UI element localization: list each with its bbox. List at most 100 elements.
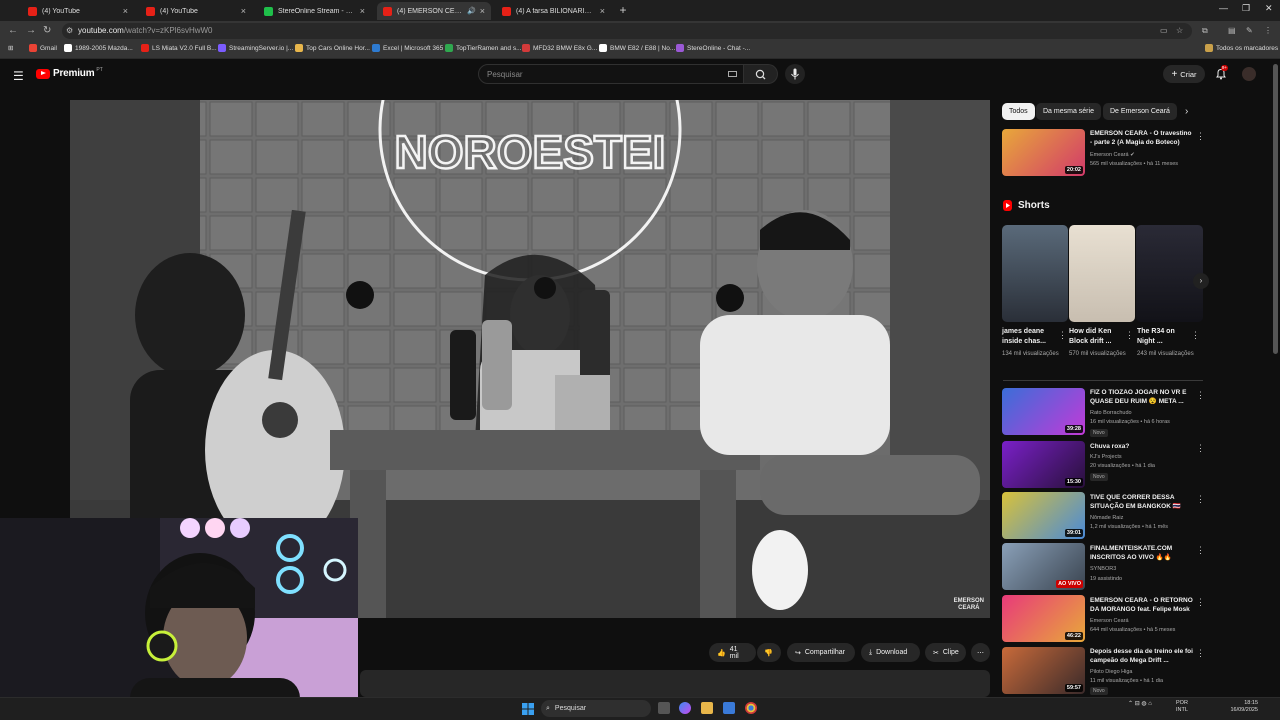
clip-button[interactable]: ✂ Clipe xyxy=(925,643,966,662)
chip-all[interactable]: Todos xyxy=(1002,103,1035,120)
description-box[interactable] xyxy=(360,670,990,697)
cast-icon[interactable]: ▭ xyxy=(1160,24,1168,38)
windows-start-icon[interactable] xyxy=(522,702,534,715)
bookmark-item[interactable]: LS Miata V2.0 Full B... xyxy=(141,44,217,52)
more-vertical-icon[interactable]: ⋮ xyxy=(1125,330,1134,341)
dislike-button[interactable]: 👎 xyxy=(757,643,781,662)
edit-icon[interactable]: ✎ xyxy=(1246,24,1253,38)
more-actions-button[interactable]: ⋯ xyxy=(971,643,990,662)
video-thumbnail[interactable]: 20:02 xyxy=(1002,129,1085,176)
close-icon[interactable]: × xyxy=(241,6,246,16)
system-tray[interactable]: ⌃ ⊟ ◍ ⌂ xyxy=(1128,700,1152,707)
short-thumbnail[interactable] xyxy=(1002,225,1068,322)
more-vertical-icon[interactable]: ⋮ xyxy=(1196,443,1205,454)
more-vertical-icon[interactable]: ⋮ xyxy=(1196,390,1205,401)
shorts-next-button[interactable]: › xyxy=(1193,273,1209,289)
reload-icon[interactable]: ↻ xyxy=(43,24,51,38)
more-vertical-icon[interactable]: ⋮ xyxy=(1196,597,1205,608)
bookmark-item[interactable]: 1989-2005 Mazda... xyxy=(64,44,133,52)
all-bookmarks[interactable]: Todos os marcadores xyxy=(1205,44,1278,52)
back-icon[interactable]: ← xyxy=(8,24,18,38)
keyboard-icon[interactable] xyxy=(728,71,737,77)
download-button[interactable]: ⤓ Download xyxy=(861,643,920,662)
more-vertical-icon[interactable]: ⋮ xyxy=(1191,330,1200,341)
avatar[interactable] xyxy=(1242,67,1256,81)
bookmark-item[interactable]: BMW E82 / E88 | No... xyxy=(599,44,675,52)
maximize-icon[interactable]: ❐ xyxy=(1242,3,1250,14)
profile-icon[interactable]: ▤ xyxy=(1228,24,1236,38)
forward-icon[interactable]: → xyxy=(26,24,36,38)
video-thumbnail[interactable]: 46:22 xyxy=(1002,595,1085,642)
chrome-icon[interactable] xyxy=(745,702,757,714)
search-button[interactable] xyxy=(744,64,778,84)
close-icon[interactable]: × xyxy=(600,6,605,16)
bookmark-item[interactable]: StreamingServer.io |... xyxy=(218,44,293,52)
share-button[interactable]: ↪ Compartilhar xyxy=(787,643,855,662)
more-vertical-icon[interactable]: ⋮ xyxy=(1196,131,1205,142)
channel-name[interactable]: SYNBOR3 xyxy=(1090,565,1202,573)
store-icon[interactable] xyxy=(723,702,735,714)
video-title[interactable]: EMERSON CEARÁ - O RETORNO DA MORANGO fea… xyxy=(1090,597,1194,614)
video-title[interactable]: Chuva roxa? xyxy=(1090,443,1194,452)
browser-tab[interactable]: (4) A farsa BILIONÁRIA das mar × xyxy=(496,2,611,20)
browser-tab-active[interactable]: (4) EMERSON CEARÁ - O tr 🔊 × xyxy=(377,2,491,20)
task-view-icon[interactable] xyxy=(658,702,670,714)
taskbar-search[interactable]: ⌕ Pesquisar xyxy=(541,700,651,717)
file-explorer-icon[interactable] xyxy=(701,702,713,714)
close-icon[interactable]: × xyxy=(123,6,128,16)
menu-icon[interactable]: ☰ xyxy=(13,69,24,83)
video-title[interactable]: FIZ O TIOZÃO JOGAR NO VR E QUASE DEU RUI… xyxy=(1090,389,1194,406)
channel-name[interactable]: Nômade Raiz xyxy=(1090,514,1202,522)
more-vertical-icon[interactable]: ⋮ xyxy=(1196,494,1205,505)
close-icon[interactable]: × xyxy=(360,6,365,16)
chevron-right-icon[interactable]: › xyxy=(1185,106,1188,117)
video-thumbnail[interactable]: 39:28 xyxy=(1002,388,1085,435)
copilot-icon[interactable] xyxy=(679,702,691,714)
close-icon[interactable]: × xyxy=(480,6,485,16)
video-title[interactable]: Depois desse dia de treino ele foi campe… xyxy=(1090,648,1194,665)
create-button[interactable]: + Criar xyxy=(1163,65,1205,83)
video-title[interactable]: TIVE QUE CORRER DESSA SITUAÇÃO EM BANGKO… xyxy=(1090,494,1194,511)
site-info-icon[interactable]: ⚙ xyxy=(66,24,73,38)
more-vertical-icon[interactable]: ⋮ xyxy=(1196,545,1205,556)
short-thumbnail[interactable] xyxy=(1136,225,1203,322)
video-title[interactable]: FINALMENTEISKATE.COM INSCRITOS AO VIVO 🔥… xyxy=(1090,545,1194,562)
close-window-icon[interactable]: ✕ xyxy=(1265,3,1273,14)
speaker-icon[interactable]: 🔊 xyxy=(467,7,476,15)
channel-name[interactable]: KJ's Projects xyxy=(1090,453,1202,461)
apps-icon[interactable]: ⊞ xyxy=(8,44,13,52)
bookmark-item[interactable]: Top Cars Online Hor... xyxy=(295,44,370,52)
voice-search-button[interactable] xyxy=(785,64,805,84)
channel-name[interactable]: Piloto Diego Higa xyxy=(1090,668,1202,676)
browser-tab[interactable]: (4) YouTube × xyxy=(22,2,134,20)
more-vertical-icon[interactable]: ⋮ xyxy=(1196,648,1205,659)
short-title[interactable]: james deane inside chas... xyxy=(1002,327,1058,347)
extensions-icon[interactable]: ⧉ xyxy=(1202,24,1208,38)
video-channel[interactable]: Emerson Ceará ✔ xyxy=(1090,151,1202,159)
like-button[interactable]: 👍 41 mil xyxy=(709,643,756,662)
browser-tab[interactable]: (4) YouTube × xyxy=(140,2,252,20)
page-scrollbar[interactable] xyxy=(1273,64,1278,354)
chip-from-channel[interactable]: De Emerson Ceará xyxy=(1103,103,1177,120)
short-title[interactable]: How did Ken Block drift ... xyxy=(1069,327,1125,347)
new-tab-button[interactable]: + xyxy=(617,3,629,17)
chip-same-series[interactable]: Da mesma série xyxy=(1036,103,1101,120)
bookmark-item[interactable]: Gmail xyxy=(29,44,57,52)
search-input[interactable] xyxy=(487,67,717,81)
clock[interactable]: 18:15 16/09/2025 xyxy=(1228,700,1258,714)
video-thumbnail[interactable]: AO VIVO xyxy=(1002,543,1085,590)
channel-name[interactable]: Emerson Ceará xyxy=(1090,617,1202,625)
video-thumbnail[interactable]: 39:01 xyxy=(1002,492,1085,539)
short-thumbnail[interactable] xyxy=(1069,225,1135,322)
bookmark-item[interactable]: MFD32 BMW E8x G... xyxy=(522,44,597,52)
channel-name[interactable]: Rato Borrachudo xyxy=(1090,409,1202,417)
language-indicator[interactable]: POR INTL xyxy=(1176,700,1188,714)
minimize-icon[interactable]: — xyxy=(1219,3,1228,13)
video-title[interactable]: EMERSON CEARÁ - O travestino - parte 2 (… xyxy=(1090,130,1194,147)
bookmark-item[interactable]: Excel | Microsoft 365 xyxy=(372,44,443,52)
address-bar[interactable] xyxy=(62,23,1192,39)
video-thumbnail[interactable]: 59:57 xyxy=(1002,647,1085,694)
youtube-logo[interactable]: Premium PT xyxy=(36,67,103,79)
video-thumbnail[interactable]: 15:30 xyxy=(1002,441,1085,488)
bookmark-star-icon[interactable]: ☆ xyxy=(1176,24,1183,38)
